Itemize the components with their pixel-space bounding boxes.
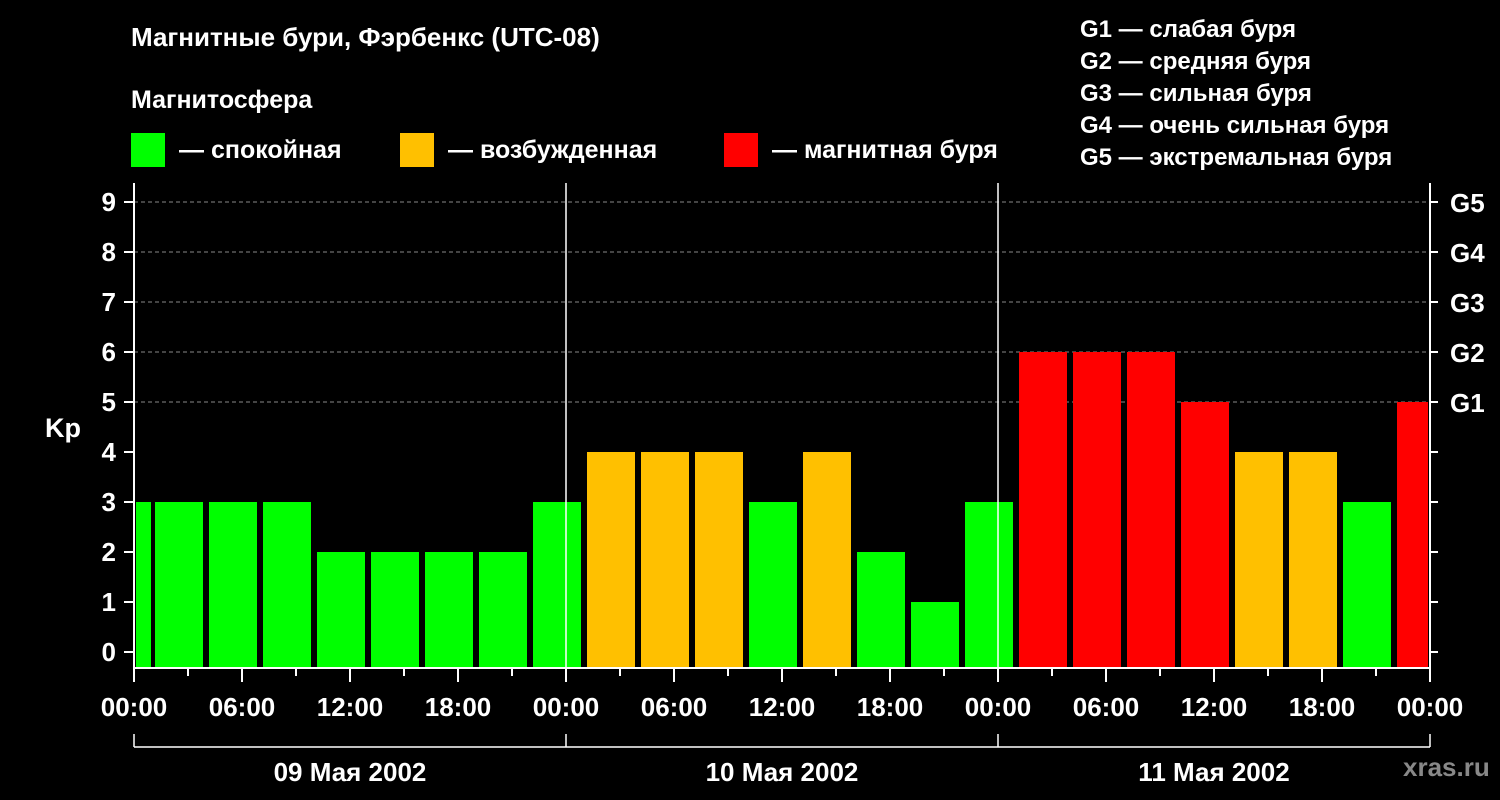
x-tick-label: 00:00 xyxy=(533,692,600,722)
kp-bar xyxy=(1343,502,1391,668)
kp-bar xyxy=(1289,452,1337,668)
kp-bar xyxy=(317,552,365,668)
x-tick-label: 18:00 xyxy=(1289,692,1356,722)
g-scale-label: G1 xyxy=(1450,388,1485,418)
y-tick-label: 9 xyxy=(102,187,116,217)
x-tick-label: 06:00 xyxy=(641,692,708,722)
kp-bar xyxy=(965,502,1013,668)
x-tick-label: 00:00 xyxy=(101,692,168,722)
kp-bar xyxy=(209,502,257,668)
y-tick-label: 3 xyxy=(102,487,116,517)
kp-bar xyxy=(155,502,203,668)
kp-bar xyxy=(749,502,797,668)
kp-bar xyxy=(425,552,473,668)
kp-bar xyxy=(857,552,905,668)
day-label: 11 Мая 2002 xyxy=(1138,757,1289,787)
kp-bar xyxy=(1181,402,1229,668)
x-tick-label: 00:00 xyxy=(1397,692,1464,722)
kp-bar xyxy=(263,502,311,668)
y-tick-label: 1 xyxy=(102,587,116,617)
kp-bar xyxy=(695,452,743,668)
kp-bar xyxy=(1127,352,1175,668)
kp-bar xyxy=(479,552,527,668)
kp-bar xyxy=(1235,452,1283,668)
x-tick-label: 12:00 xyxy=(749,692,816,722)
kp-bar xyxy=(1397,402,1428,668)
x-tick-label: 18:00 xyxy=(857,692,924,722)
y-tick-label: 8 xyxy=(102,237,116,267)
kp-bar xyxy=(803,452,851,668)
x-tick-label: 06:00 xyxy=(209,692,276,722)
x-tick-label: 00:00 xyxy=(965,692,1032,722)
x-tick-label: 12:00 xyxy=(317,692,384,722)
y-tick-label: 5 xyxy=(102,387,116,417)
y-tick-label: 4 xyxy=(102,437,117,467)
day-label: 10 Мая 2002 xyxy=(706,757,859,787)
kp-bar xyxy=(371,552,419,668)
kp-bar xyxy=(641,452,689,668)
kp-bar xyxy=(1073,352,1121,668)
kp-chart: 0 1 2 3 4 5 6 7 8 9 Kp G1 G2 G3 G4 G5 00:00 06:00 12:00 18:… xyxy=(45,183,1485,787)
y-tick-label: 6 xyxy=(102,337,116,367)
kp-bar xyxy=(136,502,151,668)
kp-bar xyxy=(533,502,581,668)
g-scale-label: G4 xyxy=(1450,238,1485,268)
kp-bar xyxy=(587,452,635,668)
watermark: xras.ru xyxy=(1403,752,1490,782)
kp-bar xyxy=(911,602,959,668)
x-tick-label: 06:00 xyxy=(1073,692,1140,722)
y-tick-label: 0 xyxy=(102,637,116,667)
g-scale-label: G2 xyxy=(1450,338,1485,368)
x-tick-label: 18:00 xyxy=(425,692,492,722)
day-label: 09 Мая 2002 xyxy=(274,757,427,787)
g-scale-label: G3 xyxy=(1450,288,1485,318)
kp-bar xyxy=(1019,352,1067,668)
y-tick-label: 2 xyxy=(102,537,116,567)
x-tick-label: 12:00 xyxy=(1181,692,1248,722)
g-scale-label: G5 xyxy=(1450,188,1485,218)
y-axis-title: Kp xyxy=(45,413,81,443)
y-tick-label: 7 xyxy=(102,287,116,317)
